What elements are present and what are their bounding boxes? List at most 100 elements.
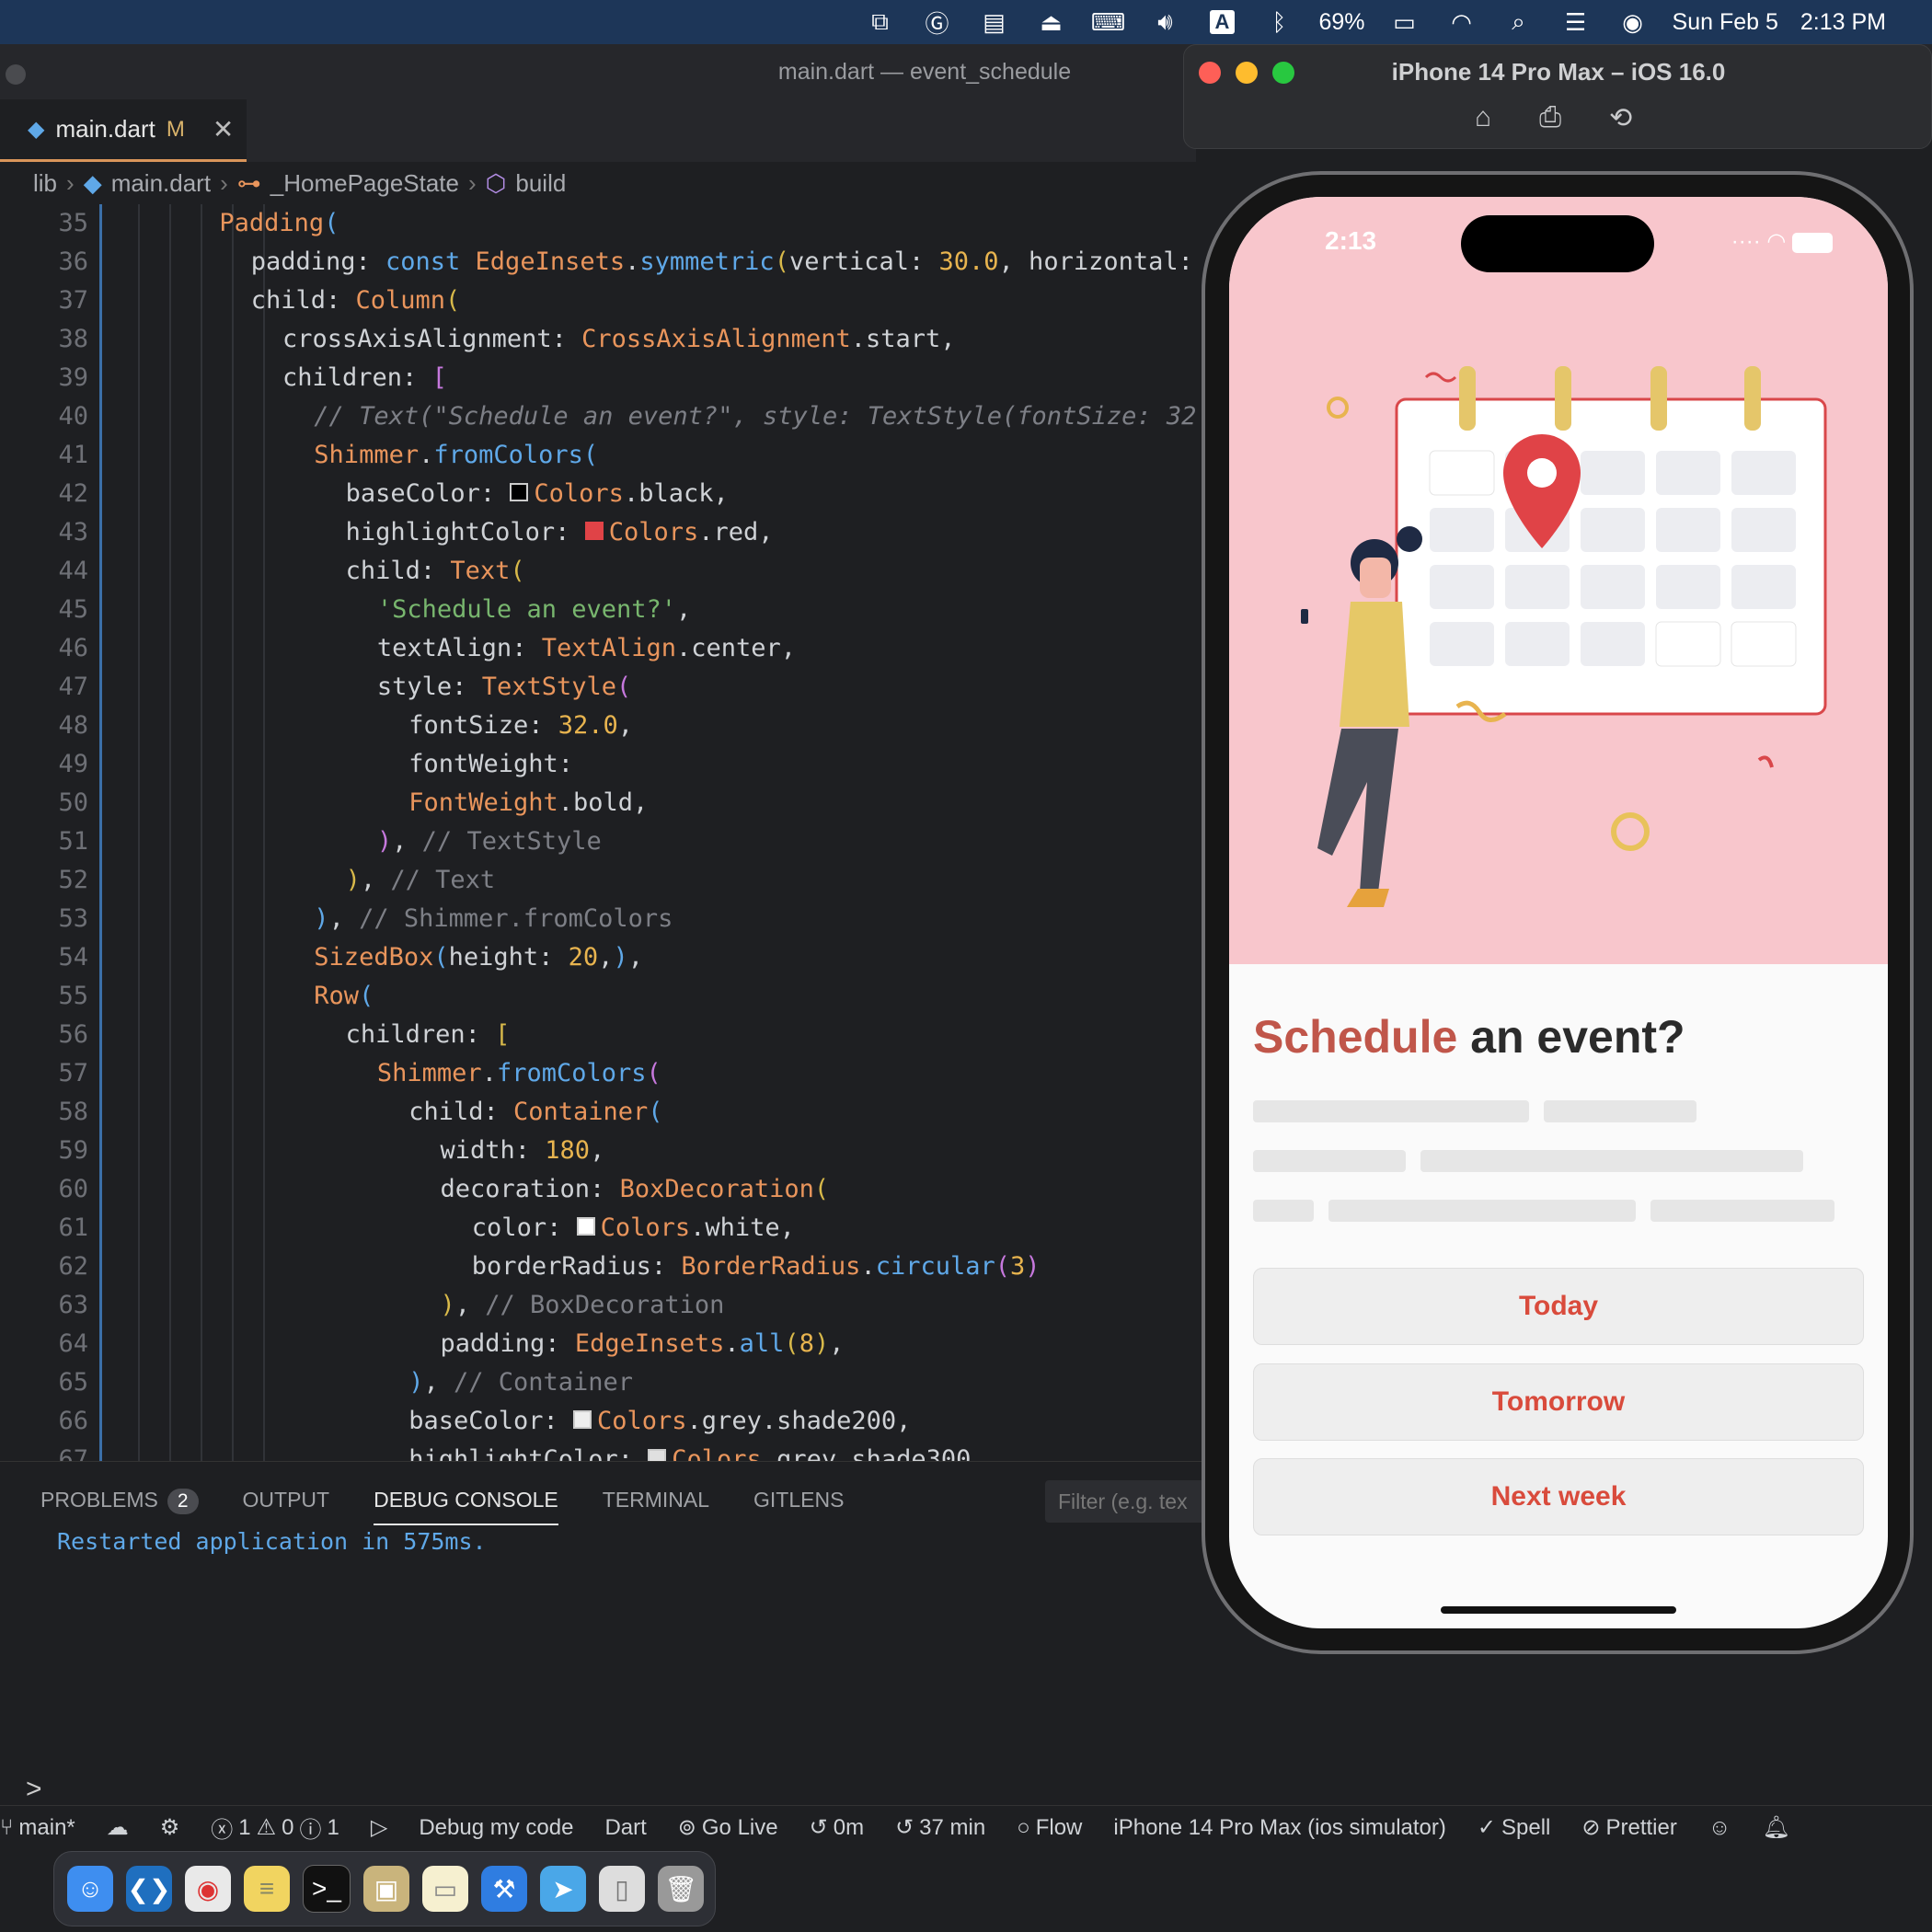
debug-graph-icon[interactable]: ⚙: [160, 1814, 180, 1841]
code-text: Shimmer.fromColors(: [314, 441, 599, 469]
code-line[interactable]: 45 'Schedule an event?',: [0, 591, 1196, 629]
code-line[interactable]: 42 baseColor: Colors.black,: [0, 475, 1196, 513]
upload-icon[interactable]: ⏏: [1035, 8, 1066, 36]
timer-2[interactable]: ↺ 37 min: [895, 1814, 985, 1841]
code-line[interactable]: 57 Shimmer.fromColors(: [0, 1054, 1196, 1093]
siri-icon[interactable]: ◉: [1617, 8, 1649, 36]
breadcrumb-item[interactable]: main.dart: [111, 169, 211, 198]
code-line[interactable]: 56 children: [: [0, 1016, 1196, 1054]
headline-rest: an event?: [1457, 1011, 1685, 1063]
code-line[interactable]: 67 highlightColor: Colors.grey.shade300,: [0, 1441, 1196, 1461]
screen-mirror-icon[interactable]: ⧉: [864, 7, 895, 36]
go-live-button[interactable]: ⊚ Go Live: [678, 1814, 778, 1841]
archive-app-icon[interactable]: ▣: [363, 1866, 409, 1912]
tab-gitlens[interactable]: GITLENS: [753, 1488, 844, 1525]
battery-icon[interactable]: ▭: [1389, 8, 1420, 36]
search-icon[interactable]: ⌕: [1503, 7, 1535, 36]
flow-button[interactable]: ○ Flow: [1017, 1815, 1082, 1841]
next-week-button[interactable]: Next week: [1253, 1458, 1864, 1535]
problems-summary[interactable]: ⓧ 1 ⚠ 0 ⓘ 1: [211, 1811, 339, 1844]
tomorrow-button[interactable]: Tomorrow: [1253, 1363, 1864, 1441]
code-line[interactable]: 59 width: 180,: [0, 1132, 1196, 1170]
rotate-icon[interactable]: ⟲: [1609, 102, 1632, 134]
feedback-icon[interactable]: ☺: [1708, 1815, 1731, 1841]
archive-icon[interactable]: ▤: [978, 8, 1009, 36]
menubar-time[interactable]: 2:13 PM: [1800, 9, 1886, 36]
window-control-dot[interactable]: [6, 64, 26, 85]
device-selector[interactable]: iPhone 14 Pro Max (ios simulator): [1113, 1815, 1445, 1841]
code-line[interactable]: 39 children: [: [0, 359, 1196, 397]
terminal-icon[interactable]: >_: [303, 1865, 351, 1913]
tab-debug-console[interactable]: DEBUG CONSOLE: [374, 1488, 558, 1525]
code-editor[interactable]: 35 Padding(36 padding: const EdgeInsets.sy…: [0, 204, 1196, 1461]
volume-icon[interactable]: 🔊︎: [1149, 7, 1180, 36]
code-line[interactable]: 65), // Container: [0, 1363, 1196, 1402]
spell-button[interactable]: ✓ Spell: [1478, 1814, 1550, 1841]
console-filter-input[interactable]: Filter (e.g. tex: [1045, 1480, 1211, 1523]
run-icon[interactable]: ▷: [371, 1814, 387, 1841]
code-line[interactable]: 60 decoration: BoxDecoration(: [0, 1170, 1196, 1209]
bell-icon[interactable]: 🔔︎: [1762, 1814, 1789, 1841]
code-line[interactable]: 36 padding: const EdgeInsets.symmetric(ve…: [0, 243, 1196, 282]
tab-problems[interactable]: PROBLEMS 2: [40, 1488, 199, 1525]
code-line[interactable]: 49 fontWeight:: [0, 745, 1196, 784]
code-line[interactable]: 61 color: Colors.white,: [0, 1209, 1196, 1248]
notes-icon[interactable]: ≡: [244, 1866, 290, 1912]
code-line[interactable]: 62 borderRadius: BorderRadius.circular(3): [0, 1248, 1196, 1286]
language-mode[interactable]: Dart: [604, 1815, 646, 1841]
code-line[interactable]: 63), // BoxDecoration: [0, 1286, 1196, 1325]
code-line[interactable]: 38 crossAxisAlignment: CrossAxisAlignment…: [0, 320, 1196, 359]
tab-terminal[interactable]: TERMINAL: [603, 1488, 709, 1525]
code-line[interactable]: 51), // TextStyle: [0, 822, 1196, 861]
home-icon[interactable]: ⌂: [1475, 102, 1491, 134]
input-source-icon[interactable]: A: [1206, 8, 1237, 36]
code-line[interactable]: 43 highlightColor: Colors.red,: [0, 513, 1196, 552]
code-line[interactable]: 50 FontWeight.bold,: [0, 784, 1196, 822]
code-line[interactable]: 48 fontSize: 32.0,: [0, 707, 1196, 745]
simulator-icon[interactable]: ➤: [540, 1866, 586, 1912]
code-line[interactable]: 66 baseColor: Colors.grey.shade200,: [0, 1402, 1196, 1441]
grammarly-icon[interactable]: Ⓖ: [921, 8, 952, 38]
code-line[interactable]: 46 textAlign: TextAlign.center,: [0, 629, 1196, 668]
code-line[interactable]: 54 SizedBox(height: 20,),: [0, 938, 1196, 977]
code-line[interactable]: 53), // Shimmer.fromColors: [0, 900, 1196, 938]
today-button[interactable]: Today: [1253, 1268, 1864, 1345]
code-line[interactable]: 40 // Text("Schedule an event?", style: T…: [0, 397, 1196, 436]
line-number: 41: [58, 441, 88, 469]
control-center-icon[interactable]: ☰: [1560, 8, 1592, 36]
console-prompt[interactable]: >: [26, 1774, 42, 1805]
wifi-icon[interactable]: ◠: [1446, 8, 1478, 36]
trash-icon[interactable]: 🗑︎: [658, 1866, 704, 1912]
finder-icon[interactable]: ☺: [67, 1866, 113, 1912]
timer-1[interactable]: ↺ 0m: [810, 1814, 864, 1841]
code-line[interactable]: 35 Padding(: [0, 204, 1196, 243]
breadcrumb-item[interactable]: build: [515, 169, 566, 198]
document-icon[interactable]: ▯: [599, 1866, 645, 1912]
code-line[interactable]: 52), // Text: [0, 861, 1196, 900]
code-line[interactable]: 44 child: Text(: [0, 552, 1196, 591]
code-line[interactable]: 37 child: Column(: [0, 282, 1196, 320]
close-icon[interactable]: ✕: [213, 114, 234, 144]
breadcrumb-item[interactable]: _HomePageState: [270, 169, 459, 198]
code-line[interactable]: 47 style: TextStyle(: [0, 668, 1196, 707]
debug-config[interactable]: Debug my code: [419, 1815, 573, 1841]
code-line[interactable]: 41 Shimmer.fromColors(: [0, 436, 1196, 475]
sync-icon[interactable]: ☁: [107, 1814, 129, 1841]
vscode-icon[interactable]: ❮❯: [126, 1866, 172, 1912]
chrome-icon[interactable]: ◉: [185, 1866, 231, 1912]
code-line[interactable]: 64 padding: EdgeInsets.all(8),: [0, 1325, 1196, 1363]
code-line[interactable]: 55 Row(: [0, 977, 1196, 1016]
git-branch[interactable]: ⑂ main*: [0, 1815, 75, 1841]
home-indicator[interactable]: [1441, 1606, 1676, 1614]
stickies-icon[interactable]: ▭: [422, 1866, 468, 1912]
bluetooth-icon[interactable]: ᛒ: [1263, 8, 1294, 36]
tab-output[interactable]: OUTPUT: [243, 1488, 330, 1525]
xcode-icon[interactable]: ⚒: [481, 1866, 527, 1912]
screenshot-icon[interactable]: ⎙: [1539, 102, 1561, 134]
tab-main-dart[interactable]: ◆ main.dart M ✕: [0, 99, 247, 162]
menubar-date[interactable]: Sun Feb 5: [1673, 9, 1778, 36]
prettier-button[interactable]: ⊘ Prettier: [1581, 1814, 1676, 1841]
keyboard-icon[interactable]: ⌨: [1091, 8, 1126, 36]
breadcrumb-item[interactable]: lib: [33, 169, 57, 198]
code-line[interactable]: 58 child: Container(: [0, 1093, 1196, 1132]
